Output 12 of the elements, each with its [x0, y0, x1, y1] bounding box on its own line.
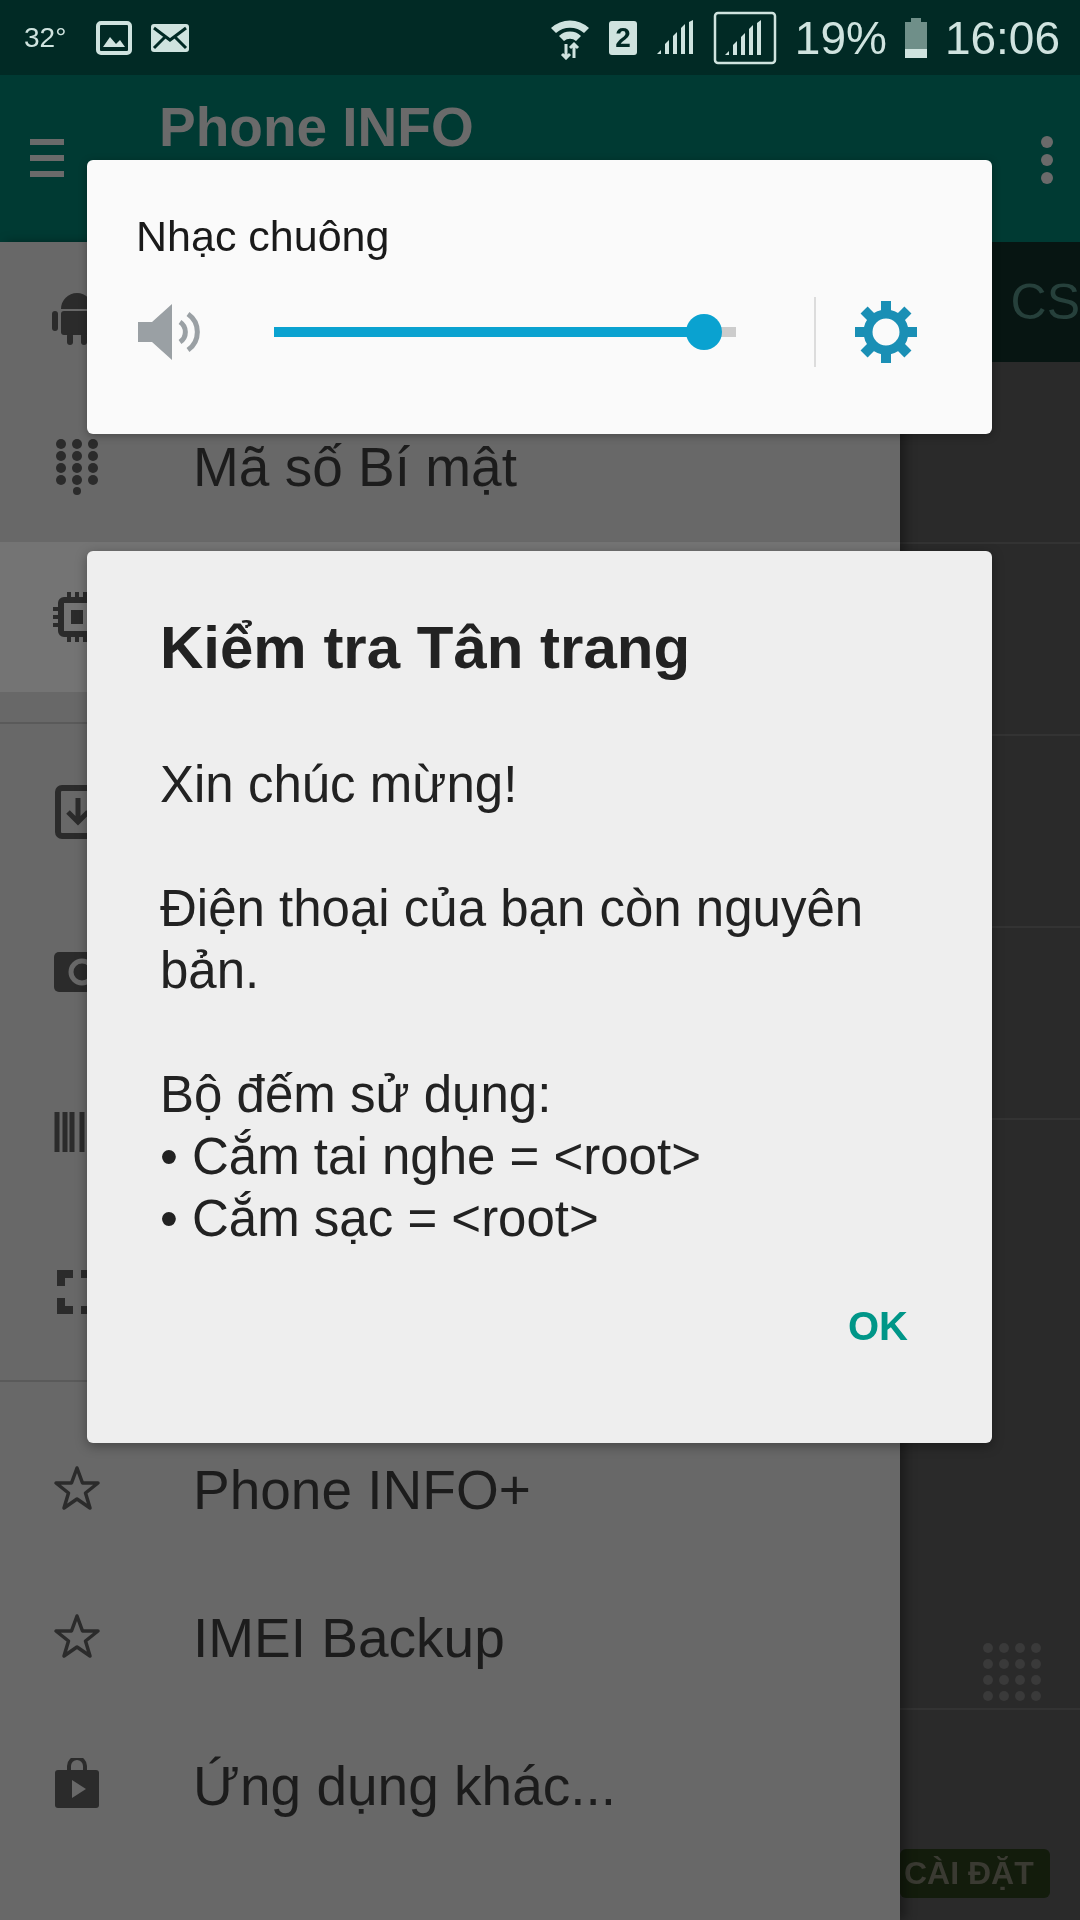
- temperature-text: 32°: [24, 21, 67, 54]
- dialog-text: • Cắm tai nghe = <root>: [160, 1127, 702, 1187]
- clock-text: 16:06: [944, 10, 1060, 65]
- dialog-title: Kiểm tra Tân trang: [160, 613, 692, 682]
- volume-label: Nhạc chuông: [136, 212, 391, 261]
- dialog-text: Điện thoại của bạn còn nguyên bản.: [160, 879, 865, 1001]
- app-title: Phone INFO: [159, 95, 474, 159]
- dialog-text: • Cắm sạc = <root>: [160, 1189, 600, 1249]
- battery-percent: 19%: [794, 10, 887, 65]
- dialog-text: Xin chúc mừng!: [160, 755, 519, 815]
- sim-badge: 2: [609, 20, 637, 55]
- dialog-text: Bộ đếm sử dụng:: [160, 1065, 553, 1125]
